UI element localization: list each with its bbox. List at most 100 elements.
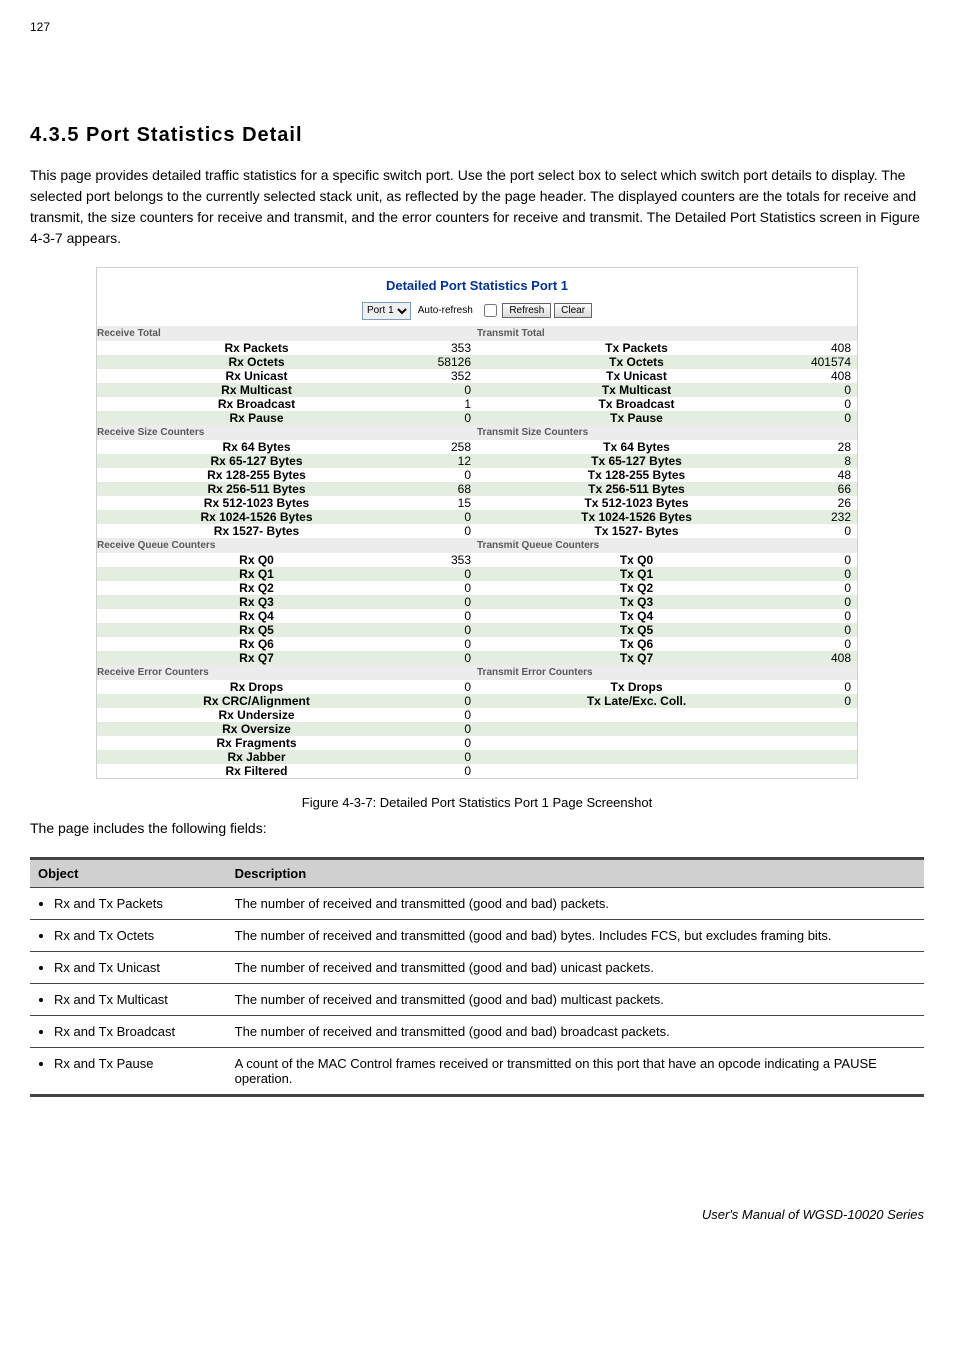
autorefresh-label: Auto-refresh <box>418 305 473 316</box>
rx-label: Rx Q4 <box>97 609 416 623</box>
tx-value: 0 <box>796 411 857 425</box>
tx-value: 408 <box>796 651 857 665</box>
tx-value <box>796 722 857 736</box>
tx-label: Tx Q2 <box>477 581 796 595</box>
rx-value: 353 <box>416 341 477 355</box>
rx-value: 0 <box>416 708 477 722</box>
stat-row: Rx 1527- Bytes0Tx 1527- Bytes0 <box>97 524 857 538</box>
rx-label: Rx 256-511 Bytes <box>97 482 416 496</box>
tx-value <box>796 764 857 778</box>
rx-label: Rx Q3 <box>97 595 416 609</box>
field-description: The number of received and transmitted (… <box>227 888 924 920</box>
stat-row: Rx Q40Tx Q40 <box>97 609 857 623</box>
rx-label: Rx Pause <box>97 411 416 425</box>
rx-value: 0 <box>416 468 477 482</box>
rx-value: 352 <box>416 369 477 383</box>
tx-label: Tx Pause <box>477 411 796 425</box>
field-description: The number of received and transmitted (… <box>227 984 924 1016</box>
tx-label: Tx 256-511 Bytes <box>477 482 796 496</box>
page-number: 127 <box>30 0 924 64</box>
port-stats-panel: Detailed Port Statistics Port 1 Port 1 A… <box>96 267 858 779</box>
tx-label <box>477 708 796 722</box>
rx-label: Rx Broadcast <box>97 397 416 411</box>
tx-value: 26 <box>796 496 857 510</box>
rx-label: Rx 1527- Bytes <box>97 524 416 538</box>
rx-value: 0 <box>416 722 477 736</box>
tx-label <box>477 722 796 736</box>
tx-label: Tx Q5 <box>477 623 796 637</box>
tx-value: 232 <box>796 510 857 524</box>
rx-value: 0 <box>416 609 477 623</box>
rx-label: Rx 65-127 Bytes <box>97 454 416 468</box>
panel-toolbar: Port 1 Auto-refresh Refresh Clear <box>97 301 857 326</box>
rx-label: Rx Q1 <box>97 567 416 581</box>
tx-label: Tx 512-1023 Bytes <box>477 496 796 510</box>
tx-value: 66 <box>796 482 857 496</box>
tx-value: 0 <box>796 553 857 567</box>
rx-label: Rx Unicast <box>97 369 416 383</box>
stat-row: Rx Q0353Tx Q00 <box>97 553 857 567</box>
tx-label: Tx Q6 <box>477 637 796 651</box>
rx-label: Rx Multicast <box>97 383 416 397</box>
fields-head-object: Object <box>30 859 227 888</box>
rx-label: Rx Filtered <box>97 764 416 778</box>
tx-label: Tx 1024-1526 Bytes <box>477 510 796 524</box>
stat-row: Rx Q20Tx Q20 <box>97 581 857 595</box>
stat-sections: Receive TotalTransmit TotalRx Packets353… <box>97 326 857 778</box>
rx-value: 0 <box>416 595 477 609</box>
field-object: Rx and Tx Octets <box>54 928 219 943</box>
stat-row: Rx 1024-1526 Bytes0Tx 1024-1526 Bytes232 <box>97 510 857 524</box>
section-header: Receive Error CountersTransmit Error Cou… <box>97 665 857 680</box>
stat-row: Rx Q70Tx Q7408 <box>97 651 857 665</box>
tx-label: Tx Drops <box>477 680 796 694</box>
refresh-button[interactable]: Refresh <box>502 303 551 318</box>
tx-label: Tx 128-255 Bytes <box>477 468 796 482</box>
field-object: Rx and Tx Multicast <box>54 992 219 1007</box>
tx-value: 401574 <box>796 355 857 369</box>
rx-value: 0 <box>416 411 477 425</box>
stat-row: Rx Unicast352Tx Unicast408 <box>97 369 857 383</box>
rx-value: 1 <box>416 397 477 411</box>
table-intro: The page includes the following fields: <box>30 818 924 839</box>
tx-value: 0 <box>796 637 857 651</box>
tx-label: Tx Q4 <box>477 609 796 623</box>
stat-row: Rx 512-1023 Bytes15Tx 512-1023 Bytes26 <box>97 496 857 510</box>
stat-row: Rx Q60Tx Q60 <box>97 637 857 651</box>
rx-value: 0 <box>416 567 477 581</box>
stat-row: Rx 128-255 Bytes0Tx 128-255 Bytes48 <box>97 468 857 482</box>
tx-value <box>796 708 857 722</box>
intro-paragraph: This page provides detailed traffic stat… <box>30 165 924 249</box>
panel-title: Detailed Port Statistics Port 1 <box>97 274 857 301</box>
figure-caption: Figure 4-3-7: Detailed Port Statistics P… <box>30 795 924 810</box>
clear-button[interactable]: Clear <box>554 303 592 318</box>
port-select[interactable]: Port 1 <box>362 302 411 320</box>
rx-value: 0 <box>416 694 477 708</box>
stat-row: Rx Jabber0 <box>97 750 857 764</box>
tx-value: 0 <box>796 623 857 637</box>
tx-value: 28 <box>796 440 857 454</box>
rx-value: 0 <box>416 510 477 524</box>
rx-value: 0 <box>416 623 477 637</box>
stat-row: Rx Packets353Tx Packets408 <box>97 341 857 355</box>
tx-label: Tx Q1 <box>477 567 796 581</box>
section-header: Receive TotalTransmit Total <box>97 326 857 341</box>
rx-value: 68 <box>416 482 477 496</box>
rx-label: Rx Q2 <box>97 581 416 595</box>
fields-row: Rx and Tx PauseA count of the MAC Contro… <box>30 1048 924 1096</box>
tx-label: Tx Q3 <box>477 595 796 609</box>
tx-label: Tx Broadcast <box>477 397 796 411</box>
rx-label: Rx Fragments <box>97 736 416 750</box>
rx-label: Rx 1024-1526 Bytes <box>97 510 416 524</box>
field-object: Rx and Tx Broadcast <box>54 1024 219 1039</box>
tx-label: Tx 64 Bytes <box>477 440 796 454</box>
stat-row: Rx 64 Bytes258Tx 64 Bytes28 <box>97 440 857 454</box>
fields-row: Rx and Tx BroadcastThe number of receive… <box>30 1016 924 1048</box>
stat-row: Rx Fragments0 <box>97 736 857 750</box>
stat-row: Rx Undersize0 <box>97 708 857 722</box>
stat-row: Rx Octets58126Tx Octets401574 <box>97 355 857 369</box>
autorefresh-checkbox[interactable] <box>484 304 497 317</box>
tx-label: Tx Late/Exc. Coll. <box>477 694 796 708</box>
tx-value: 0 <box>796 397 857 411</box>
rx-label: Rx Oversize <box>97 722 416 736</box>
rx-value: 0 <box>416 651 477 665</box>
